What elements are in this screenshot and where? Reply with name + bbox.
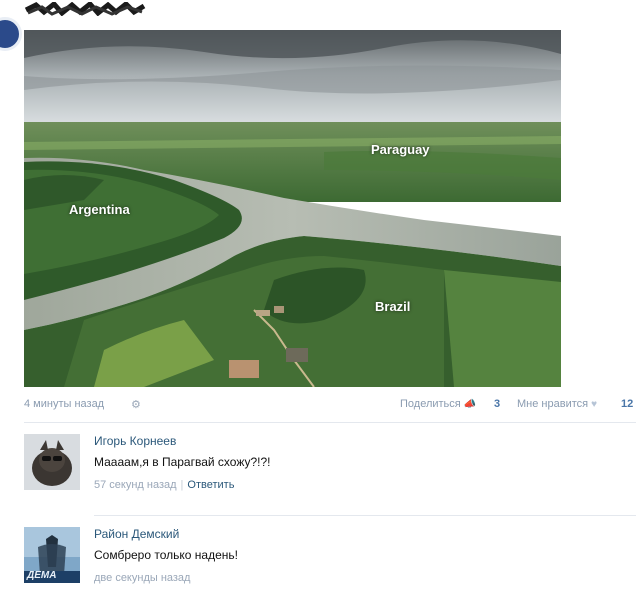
share-label: Поделиться [400, 398, 461, 410]
avatar-caption: ДЕМА [27, 570, 57, 581]
reply-link[interactable]: Ответить [187, 479, 234, 491]
label-brazil: Brazil [375, 299, 411, 314]
comment-item: Игорь Корнеев Маааам,я в Парагвай схожу?… [24, 434, 636, 504]
comment-item: ДЕМА Район Демский Сомбреро только наден… [24, 527, 636, 597]
post-meta-row: 4 минуты назад ⚙ Поделиться 📣 3 Мне нрави… [24, 398, 636, 414]
commenter-avatar[interactable]: ДЕМА [24, 527, 80, 583]
redacted-author-name [24, 2, 146, 16]
comment-time[interactable]: 57 секунд назад [94, 479, 177, 491]
like-count: 12 [621, 398, 634, 410]
post-author-avatar[interactable] [0, 17, 22, 51]
share-count: 3 [494, 398, 501, 410]
comment-time[interactable]: две секунды назад [94, 572, 190, 584]
like-button[interactable]: Мне нравится ♥ [517, 398, 597, 410]
label-paraguay: Paraguay [371, 142, 430, 157]
comment-text: Сомбреро только надень! [94, 548, 238, 562]
divider [24, 422, 636, 423]
commenter-name[interactable]: Игорь Корнеев [94, 434, 176, 448]
comment-meta: 57 секунд назад | Ответить [94, 479, 234, 491]
comment-text: Маааам,я в Парагвай схожу?!?! [94, 455, 271, 469]
label-argentina: Argentina [69, 202, 130, 217]
share-icon: 📣 [463, 399, 477, 410]
commenter-name[interactable]: Район Демский [94, 527, 179, 541]
separator: | [180, 479, 184, 491]
gear-icon[interactable]: ⚙ [131, 398, 141, 411]
comment-meta: две секунды назад [94, 572, 190, 584]
post-time-link[interactable]: 4 минуты назад [24, 398, 104, 410]
heart-icon: ♥ [591, 399, 598, 410]
like-label: Мне нравится [517, 398, 589, 410]
commenter-avatar[interactable] [24, 434, 80, 490]
divider [94, 515, 636, 516]
post-photo[interactable]: Paraguay Argentina Brazil [24, 30, 561, 387]
share-button[interactable]: Поделиться 📣 [400, 398, 476, 410]
